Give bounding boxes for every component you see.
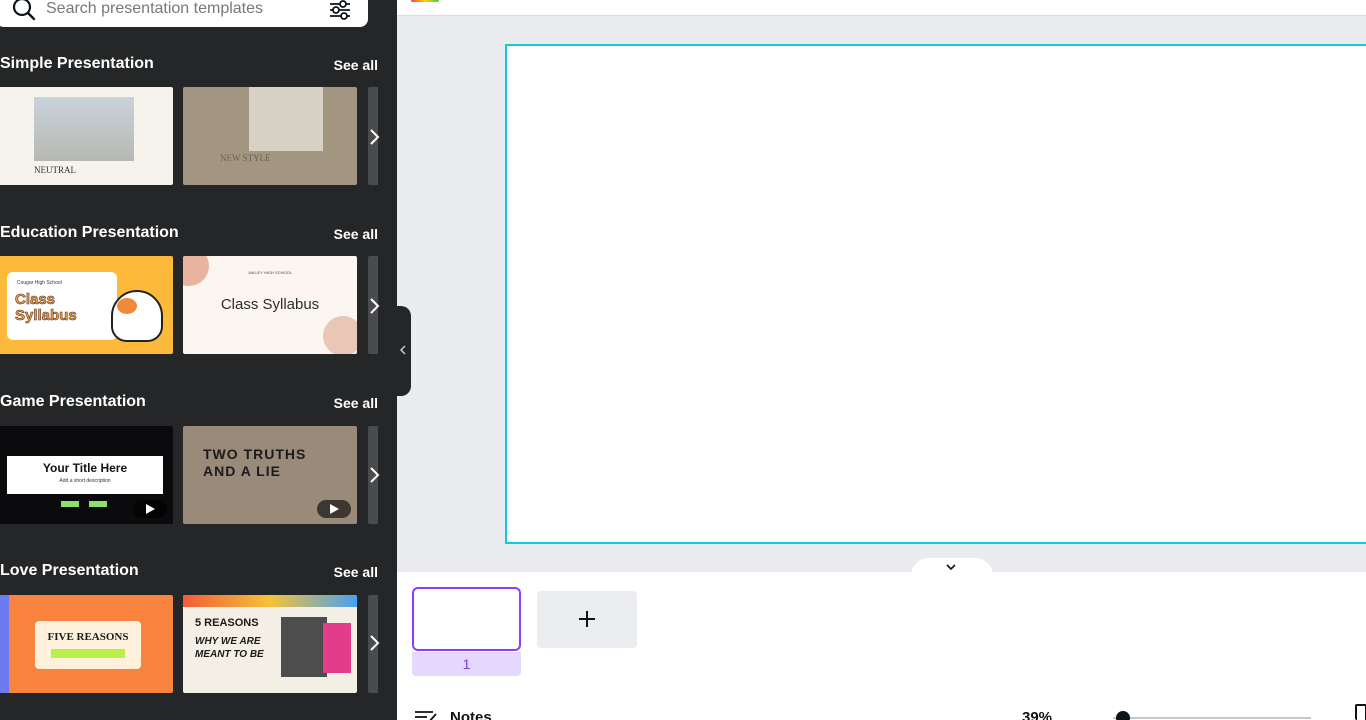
- chevron-right-icon[interactable]: [364, 127, 384, 147]
- play-icon: [133, 500, 167, 518]
- thumb-caption: WHY WE ARE MEANT TO BE: [195, 636, 264, 660]
- chevron-down-icon: [946, 564, 956, 571]
- thumb-photo: [34, 97, 134, 161]
- thumb-photo: [281, 617, 327, 677]
- template-thumb-new-style[interactable]: NEW STYLE: [183, 87, 357, 185]
- page-number: 1: [462, 656, 471, 672]
- zoom-slider-handle[interactable]: [1116, 711, 1130, 720]
- notes-button[interactable]: Notes: [450, 709, 492, 720]
- page-number-badge[interactable]: 1: [412, 652, 521, 676]
- thumb-caption: Class Syllabus: [220, 296, 320, 313]
- thumb-subcaption: Add a short description: [59, 478, 111, 484]
- template-panel: Search presentation templates Simple Pre…: [0, 0, 397, 720]
- thumb-subcaption: VALLEY HIGH SCHOOL: [248, 270, 292, 275]
- thumb-subcaption: 5 REASONS: [195, 617, 259, 629]
- template-thumb-five-reasons[interactable]: FIVE REASONS: [0, 595, 173, 693]
- section-title-game: Game Presentation: [0, 393, 146, 410]
- template-thumb-two-truths[interactable]: TWO TRUTHS AND A LIE: [183, 426, 357, 524]
- see-all-game[interactable]: See all: [334, 395, 378, 411]
- section-title-education: Education Presentation: [0, 224, 179, 241]
- search-placeholder[interactable]: Search presentation templates: [46, 0, 263, 18]
- template-thumb-neutral[interactable]: NEUTRAL: [0, 87, 173, 185]
- zoom-slider-track[interactable]: [1113, 717, 1311, 719]
- notes-icon[interactable]: [415, 710, 437, 720]
- thumb-subcaption: Cougar High School: [17, 280, 62, 286]
- collapse-panel-button[interactable]: [397, 306, 411, 396]
- thumb-photo: [249, 87, 323, 151]
- design-canvas[interactable]: [505, 44, 1366, 544]
- thumb-caption: NEW STYLE: [220, 153, 271, 163]
- see-all-education[interactable]: See all: [334, 226, 378, 242]
- thumb-caption: Your Title Here: [42, 461, 128, 475]
- filter-icon[interactable]: [328, 0, 352, 22]
- toggle-pages-button[interactable]: [911, 558, 993, 576]
- color-picker-icon[interactable]: [411, 0, 439, 2]
- see-all-love[interactable]: See all: [334, 564, 378, 580]
- chevron-right-icon[interactable]: [364, 296, 384, 316]
- section-title-simple: Simple Presentation: [0, 55, 154, 72]
- cat-illustration: [111, 290, 163, 342]
- thumb-caption: FIVE REASONS: [47, 631, 129, 643]
- zoom-level[interactable]: 39%: [1022, 709, 1052, 720]
- thumb-caption: Class Syllabus: [15, 291, 77, 324]
- template-thumb-your-title[interactable]: Your Title Here Add a short description: [0, 426, 173, 524]
- chevron-left-icon: [399, 345, 406, 355]
- see-all-simple[interactable]: See all: [334, 57, 378, 73]
- editor-toolbar: [397, 0, 1366, 16]
- chevron-right-icon[interactable]: [364, 633, 384, 653]
- page-action-icon[interactable]: [1355, 704, 1366, 720]
- search-icon: [12, 0, 36, 21]
- section-title-love: Love Presentation: [0, 562, 139, 579]
- template-thumb-class-syllabus-leaf[interactable]: VALLEY HIGH SCHOOL Class Syllabus: [183, 256, 357, 354]
- add-page-button[interactable]: [537, 591, 637, 648]
- template-thumb-meant-to-be[interactable]: 5 REASONS WHY WE ARE MEANT TO BE: [183, 595, 357, 693]
- chevron-right-icon[interactable]: [364, 465, 384, 485]
- page-navigator: 1 Notes 39%: [397, 558, 1366, 720]
- thumb-caption: TWO TRUTHS AND A LIE: [203, 446, 307, 479]
- play-icon: [317, 500, 351, 518]
- thumb-caption: NEUTRAL: [34, 165, 76, 175]
- thumb-card: [35, 621, 141, 669]
- plus-icon: [579, 611, 595, 627]
- page-thumbnail[interactable]: [412, 587, 521, 651]
- template-thumb-class-syllabus-cat[interactable]: Cougar High School Class Syllabus: [0, 256, 173, 354]
- template-search-bar[interactable]: Search presentation templates: [0, 0, 368, 27]
